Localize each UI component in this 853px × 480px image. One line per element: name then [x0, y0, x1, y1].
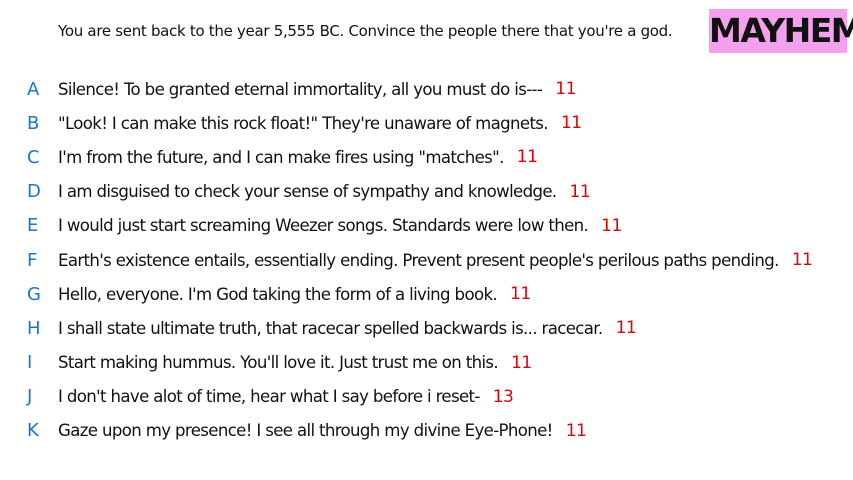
answer-text: I shall state ultimate truth, that racec…	[58, 318, 603, 338]
answer-row: C I'm from the future, and I can make fir…	[0, 140, 853, 174]
answer-list: A Silence! To be granted eternal immortal…	[0, 72, 853, 448]
answer-text: I'm from the future, and I can make fire…	[58, 147, 504, 167]
answer-letter: D	[27, 181, 41, 203]
answer-score: 13	[492, 386, 514, 407]
answer-text: Start making hummus. You'll love it. Jus…	[58, 353, 499, 373]
answer-score: 11	[555, 79, 576, 100]
answer-row: I Start making hummus. You'll love it. Ju…	[0, 346, 853, 380]
answer-text: "Look! I can make this rock float!" They…	[58, 113, 549, 133]
answer-score: 11	[511, 352, 532, 373]
answer-row: F Earth's existence entails, essentially …	[0, 243, 853, 277]
answer-row: B "Look! I can make this rock float!" The…	[0, 106, 853, 140]
answer-score: 11	[560, 113, 582, 134]
answer-letter: I	[27, 352, 32, 374]
answer-letter: H	[27, 317, 41, 339]
answer-row: J I don't have alot of time, hear what I …	[0, 380, 853, 414]
answer-row: H I shall state ultimate truth, that race…	[0, 311, 853, 345]
answer-text: I would just start screaming Weezer song…	[58, 216, 589, 236]
answer-letter: K	[27, 420, 39, 442]
answer-letter: A	[27, 78, 39, 100]
answer-letter: G	[27, 283, 41, 305]
answer-text: Hello, everyone. I'm God taking the form…	[58, 284, 498, 304]
answer-letter: J	[27, 386, 32, 408]
answer-row: A Silence! To be granted eternal immortal…	[0, 72, 853, 106]
answer-score: 11	[510, 284, 531, 305]
answer-text: Earth's existence entails, essentially e…	[58, 250, 779, 270]
answer-text: I am disguised to check your sense of sy…	[58, 182, 557, 202]
answer-letter: F	[27, 249, 37, 271]
answer-score: 11	[565, 420, 587, 441]
answer-text: I don't have alot of time, hear what I s…	[58, 387, 480, 407]
answer-letter: B	[27, 112, 39, 134]
mayhem-badge: MAYHEM	[709, 9, 853, 53]
answer-score: 11	[601, 215, 622, 236]
answer-score: 11	[569, 181, 591, 202]
answer-row: K Gaze upon my presence! I see all throug…	[0, 414, 853, 448]
prompt-text: You are sent back to the year 5,555 BC. …	[58, 22, 673, 40]
answer-score: 11	[615, 318, 637, 339]
answer-row: G Hello, everyone. I'm God taking the for…	[0, 277, 853, 311]
answer-text: Silence! To be granted eternal immortali…	[58, 79, 543, 99]
answer-letter: E	[27, 215, 38, 237]
answer-score: 11	[516, 147, 538, 168]
answer-letter: C	[27, 146, 40, 168]
answer-row: E I would just start screaming Weezer son…	[0, 209, 853, 243]
answer-row: D I am disguised to check your sense of s…	[0, 175, 853, 209]
answer-score: 11	[791, 250, 813, 271]
answer-text: Gaze upon my presence! I see all through…	[58, 421, 553, 441]
